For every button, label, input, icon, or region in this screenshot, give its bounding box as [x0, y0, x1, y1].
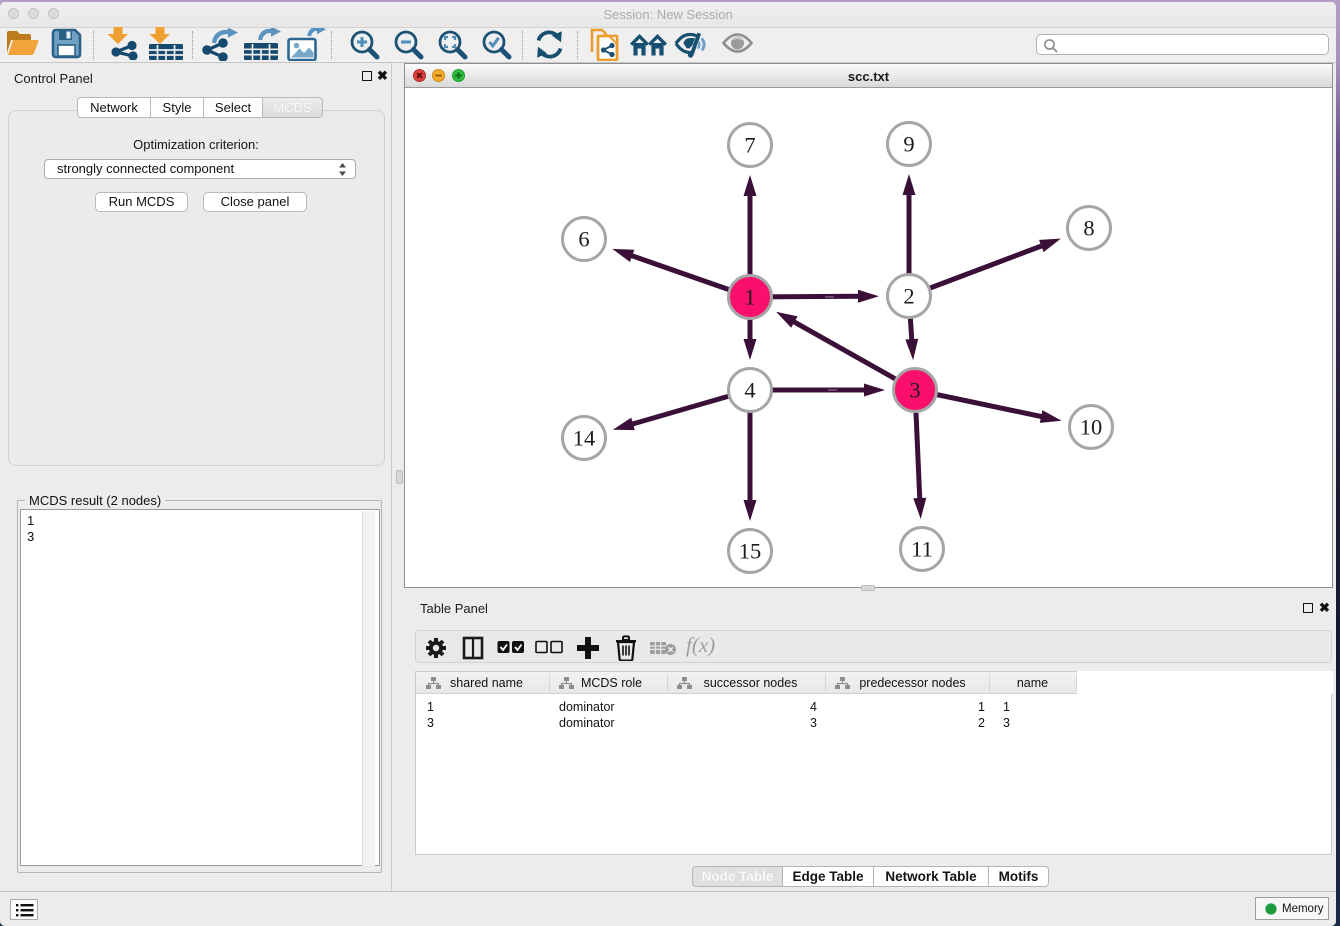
svg-text:14: 14: [573, 426, 596, 451]
svg-text:8: 8: [1083, 216, 1094, 241]
svg-text:9: 9: [903, 132, 914, 157]
svg-text:11: 11: [911, 537, 933, 562]
svg-text:6: 6: [578, 227, 589, 252]
svg-text:3: 3: [909, 378, 920, 403]
svg-text:7: 7: [744, 133, 755, 158]
svg-text:2: 2: [903, 284, 914, 309]
svg-text:4: 4: [744, 378, 755, 403]
svg-text:10: 10: [1080, 415, 1103, 440]
svg-text:1: 1: [744, 285, 755, 310]
svg-text:15: 15: [739, 539, 762, 564]
